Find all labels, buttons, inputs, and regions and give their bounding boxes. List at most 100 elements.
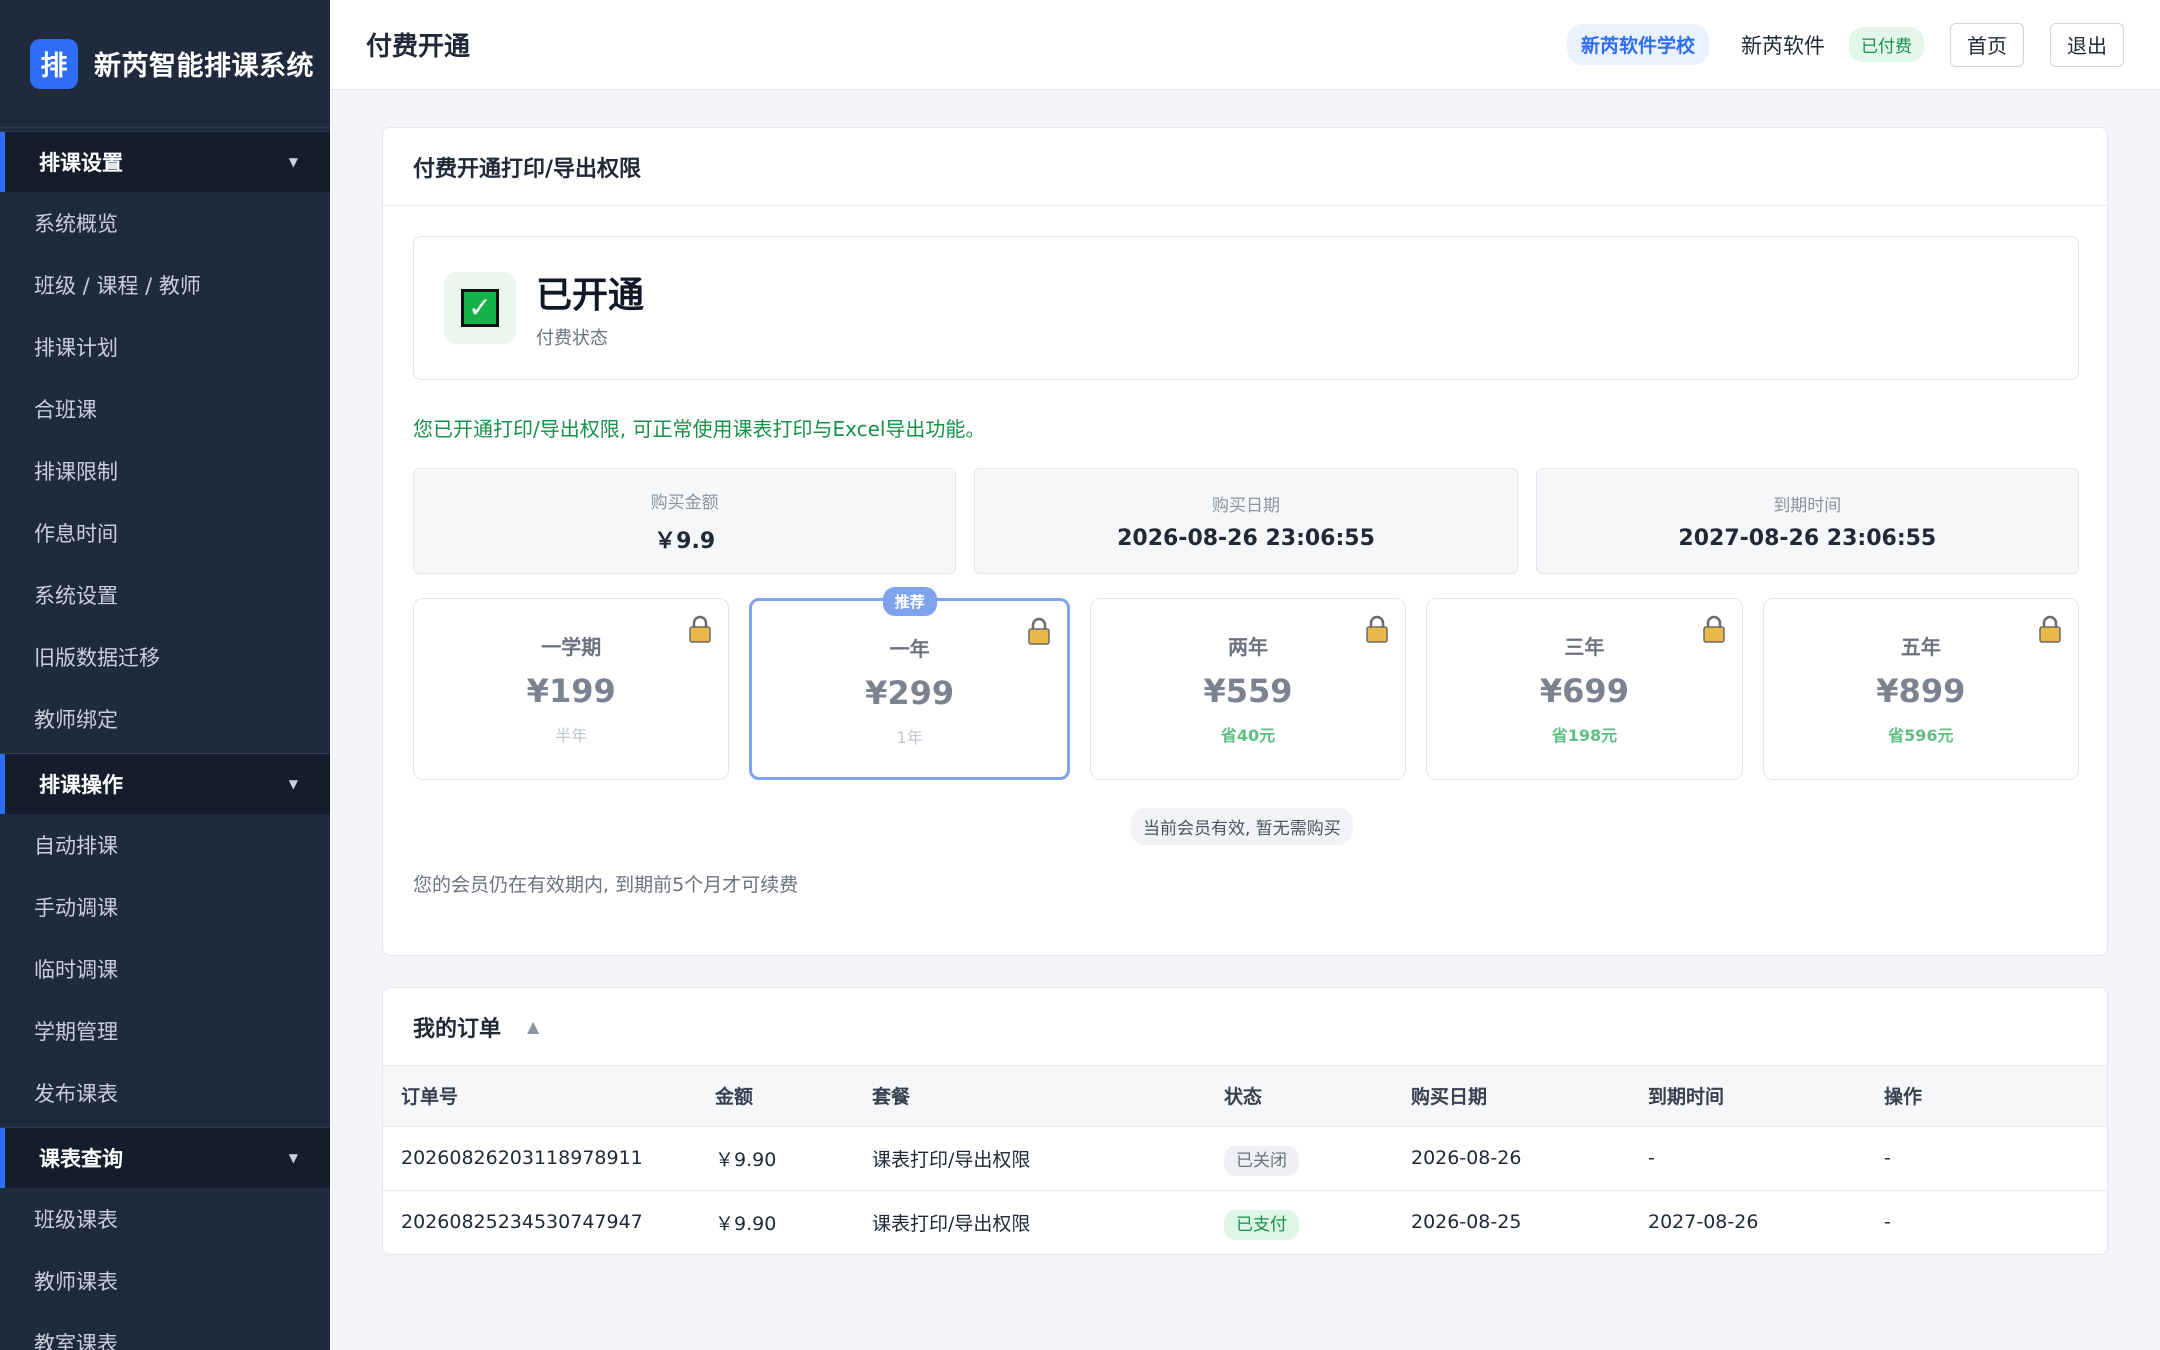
sidebar-item-class-timetable[interactable]: 班级课表	[0, 1188, 330, 1250]
plan-name: 五年	[1900, 635, 1941, 659]
table-row: 20260826203118978911 ￥9.90 课表打印/导出权限 已关闭…	[383, 1126, 2107, 1191]
table-header-row: 订单号 金额 套餐 状态 购买日期 到期时间 操作	[383, 1066, 2107, 1127]
info-expire-time: 到期时间 2027-08-26 23:06:55	[1535, 468, 2079, 574]
order-date: 2026-08-26	[1393, 1126, 1630, 1191]
sidebar-group-schedule-operations[interactable]: 排课操作 ▼	[0, 754, 330, 814]
sidebar-group-title: 排课设置	[39, 151, 123, 175]
plan-price: ¥199	[526, 672, 616, 710]
column-header: 金额	[697, 1066, 854, 1127]
orders-header[interactable]: 我的订单 ▲	[383, 988, 2107, 1066]
status-main-text: 已开通	[536, 275, 645, 316]
column-header: 套餐	[854, 1066, 1206, 1127]
sidebar-item-semester-management[interactable]: 学期管理	[0, 1000, 330, 1062]
lock-icon	[689, 615, 712, 643]
plan-savings: 省596元	[1888, 726, 1954, 745]
info-value: ￥9.9	[654, 528, 716, 554]
plan-note: 半年	[555, 726, 588, 745]
order-expire: 2027-08-26	[1630, 1190, 1866, 1254]
page-title: 付费开通	[366, 32, 471, 62]
brand-logo: 排	[30, 38, 78, 89]
plan-price: ¥899	[1876, 672, 1966, 710]
sidebar-item-schedule-limits[interactable]: 排课限制	[0, 440, 330, 502]
order-status-cell: 已关闭	[1206, 1126, 1393, 1191]
plan-name: 两年	[1228, 635, 1269, 659]
status-icon-wrapper: ✓	[444, 272, 516, 344]
column-header: 到期时间	[1630, 1066, 1866, 1127]
plan-card-three-years[interactable]: 三年 ¥699 省198元	[1426, 598, 1743, 780]
payment-card: 付费开通打印/导出权限 ✓ 已开通 付费状态 您已开通打印/导出权限, 可正常使…	[382, 127, 2108, 956]
column-header: 状态	[1206, 1066, 1393, 1127]
orders-card: 我的订单 ▲ 订单号 金额 套餐 状态 购买日期 到期时间 操作 2026082…	[382, 987, 2108, 1255]
topbar: 付费开通 新芮软件学校 新芮软件 已付费 首页 退出	[330, 0, 2160, 90]
sidebar-item-teacher-binding[interactable]: 教师绑定	[0, 688, 330, 750]
info-purchase-date: 购买日期 2026-08-26 23:06:55	[974, 468, 1518, 574]
plan-card-one-year[interactable]: 推荐 一年 ¥299 1年	[749, 587, 1070, 780]
order-expire: -	[1630, 1126, 1866, 1191]
sidebar-item-class-course-teacher[interactable]: 班级 / 课程 / 教师	[0, 254, 330, 316]
info-label: 到期时间	[1773, 496, 1842, 516]
info-value: 2026-08-26 23:06:55	[1117, 526, 1375, 551]
status-badge: 已支付	[1224, 1209, 1299, 1240]
home-button[interactable]: 首页	[1950, 22, 2024, 67]
sidebar-item-schedule-plan[interactable]: 排课计划	[0, 316, 330, 378]
lock-icon	[1366, 615, 1388, 643]
order-action: -	[1866, 1190, 2107, 1254]
collapse-up-icon[interactable]: ▲	[527, 1017, 539, 1036]
sidebar-item-data-migration[interactable]: 旧版数据迁移	[0, 626, 330, 688]
purchase-info-row: 购买金额 ￥9.9 购买日期 2026-08-26 23:06:55 到期时间 …	[413, 468, 2079, 574]
brand-name: 新芮智能排课系统	[94, 51, 314, 82]
user-name: 新芮软件	[1741, 33, 1825, 58]
plan-card-five-years[interactable]: 五年 ¥899 省596元	[1762, 598, 2080, 780]
sidebar-item-temp-adjust[interactable]: 临时调课	[0, 938, 330, 1000]
sidebar-item-manual-adjust[interactable]: 手动调课	[0, 876, 330, 938]
payment-status-box: ✓ 已开通 付费状态	[413, 236, 2079, 380]
order-status-cell: 已支付	[1206, 1190, 1393, 1254]
plan-name: 一学期	[541, 635, 602, 659]
plan-savings: 省198元	[1551, 726, 1618, 745]
plan-name: 三年	[1564, 635, 1605, 659]
caret-down-icon: ▼	[288, 155, 298, 169]
activation-notice: 您已开通打印/导出权限, 可正常使用课表打印与Excel导出功能。	[413, 417, 986, 441]
order-package: 课表打印/导出权限	[854, 1126, 1206, 1191]
sidebar-item-auto-schedule[interactable]: 自动排课	[0, 814, 330, 876]
sidebar: 排 新芮智能排课系统 排课设置 ▼ 系统概览 班级 / 课程 / 教师 排课计划…	[0, 0, 330, 1350]
sidebar-item-timetable-hours[interactable]: 作息时间	[0, 502, 330, 564]
recommended-badge: 推荐	[882, 587, 937, 616]
sidebar-group-title: 排课操作	[39, 773, 123, 797]
membership-valid-hint: 当前会员有效, 暂无需购买	[1131, 808, 1353, 845]
column-header: 购买日期	[1393, 1066, 1630, 1127]
caret-down-icon: ▼	[288, 1151, 298, 1165]
plan-card-semester[interactable]: 一学期 ¥199 半年	[413, 598, 730, 780]
plan-note: 1年	[896, 728, 923, 747]
brand[interactable]: 排 新芮智能排课系统	[0, 0, 330, 128]
sidebar-group-title: 课表查询	[39, 1147, 123, 1171]
info-value: 2027-08-26 23:06:55	[1678, 526, 1937, 551]
status-texts: 已开通 付费状态	[536, 266, 644, 350]
sidebar-item-system-settings[interactable]: 系统设置	[0, 564, 330, 626]
sidebar-item-room-timetable[interactable]: 教室课表	[0, 1312, 330, 1350]
info-label: 购买金额	[650, 492, 719, 513]
order-id: 20260826203118978911	[383, 1126, 697, 1191]
order-action: -	[1866, 1126, 2107, 1191]
info-purchase-amount: 购买金额 ￥9.9	[413, 468, 957, 574]
sidebar-group-timetable-query[interactable]: 课表查询 ▼	[0, 1128, 330, 1188]
plan-price: ¥299	[865, 674, 955, 712]
status-sub-text: 付费状态	[536, 328, 608, 349]
payment-card-title: 付费开通打印/导出权限	[383, 128, 2107, 206]
table-row: 20260825234530747947 ￥9.90 课表打印/导出权限 已支付…	[383, 1190, 2107, 1254]
sidebar-item-publish-timetable[interactable]: 发布课表	[0, 1062, 330, 1124]
sidebar-item-teacher-timetable[interactable]: 教师课表	[0, 1250, 330, 1312]
orders-table: 订单号 金额 套餐 状态 购买日期 到期时间 操作 20260826203118…	[383, 1066, 2107, 1254]
plan-price: ¥699	[1539, 672, 1629, 710]
column-header: 操作	[1866, 1066, 2107, 1127]
sidebar-item-combined-class[interactable]: 合班课	[0, 378, 330, 440]
sidebar-item-overview[interactable]: 系统概览	[0, 192, 330, 254]
order-id: 20260825234530747947	[383, 1190, 697, 1254]
logout-button[interactable]: 退出	[2050, 22, 2124, 67]
plan-name: 一年	[889, 637, 930, 661]
status-badge: 已关闭	[1224, 1145, 1299, 1176]
plan-card-two-years[interactable]: 两年 ¥559 省40元	[1089, 598, 1407, 780]
sidebar-group-schedule-settings[interactable]: 排课设置 ▼	[0, 132, 330, 192]
school-badge: 新芮软件学校	[1566, 24, 1709, 65]
plan-savings: 省40元	[1220, 726, 1276, 745]
